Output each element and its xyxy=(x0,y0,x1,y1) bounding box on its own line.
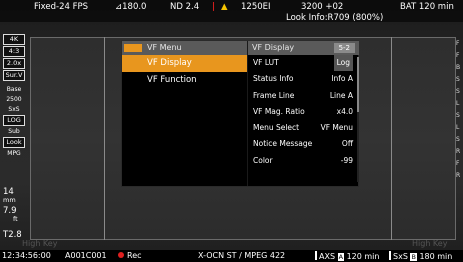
focus-distance: 7.9 ft xyxy=(3,206,18,223)
nd-filter-status: ND 2.4 xyxy=(170,2,200,12)
menu-item-vf-function[interactable]: VF Function xyxy=(122,72,247,89)
shutter-angle-status: ⊿180.0 xyxy=(115,2,147,12)
setting-row-status-info[interactable]: Status Info Info A xyxy=(248,71,359,87)
setting-label: Frame Line xyxy=(253,90,295,100)
focus-distance-unit: ft xyxy=(13,215,18,223)
setting-label: VF Mag. Ratio xyxy=(253,106,305,116)
right-label: S xyxy=(456,112,460,119)
vf-display-header: VF Display 5-2 xyxy=(248,41,359,55)
setting-value: Info A xyxy=(331,74,353,84)
setting-label: Notice Message xyxy=(253,139,313,149)
record-label: Rec xyxy=(127,251,142,260)
left-status-column: 4K 4:3 2.0x Sur.V Base 2500 SxS LOG Sub … xyxy=(3,34,25,159)
media-bar-icon xyxy=(389,251,391,260)
right-label: R xyxy=(456,172,461,179)
setting-label: Menu Select xyxy=(253,123,300,133)
vf-menu-header: VF Menu xyxy=(122,41,247,55)
axs-slot-badge: A xyxy=(337,253,345,261)
right-label: L xyxy=(456,124,460,131)
timecode: 12:34:56:00 xyxy=(2,251,51,260)
media-bar-icon xyxy=(315,251,317,260)
codec-status: X-OCN ST / MPEG 422 xyxy=(198,251,286,260)
sub-label: Sub xyxy=(8,128,20,135)
right-label: S xyxy=(456,88,460,95)
record-dot-icon xyxy=(118,252,124,258)
base-iso-value: 2500 xyxy=(6,96,22,103)
vf-menu-panel: VF Menu VF Display VF Function VF Displa… xyxy=(121,40,359,187)
right-label: F xyxy=(456,40,460,47)
setting-row-notice-message[interactable]: Notice Message Off xyxy=(248,136,359,152)
page-indicator: 5-2 xyxy=(333,43,355,53)
right-label: F xyxy=(456,52,460,59)
warning-bar: | xyxy=(212,2,216,12)
warning-icon: ▲ xyxy=(221,2,228,12)
iris-value: T2.8 xyxy=(3,230,22,240)
setting-row-frame-line[interactable]: Frame Line Line A xyxy=(248,88,359,104)
look-badge: Look xyxy=(3,137,25,148)
right-label: B xyxy=(456,64,461,71)
right-label: S xyxy=(456,136,460,143)
clip-name: A001C001 xyxy=(65,251,107,260)
right-label: S xyxy=(456,76,460,83)
exposure-index-status: 1250EI xyxy=(241,2,271,12)
vf-display-title: VF Display xyxy=(252,43,295,52)
right-label: R xyxy=(456,148,461,155)
sxs-remaining: 180 min xyxy=(419,252,453,261)
vf-display-settings-column: VF Display 5-2 VF LUT Log Status Info In… xyxy=(247,41,359,186)
white-balance-status: 3200 +02 xyxy=(301,2,344,12)
high-key-right: High Key xyxy=(412,239,448,248)
setting-row-vf-lut[interactable]: VF LUT Log xyxy=(248,55,359,72)
setting-value: -99 xyxy=(340,155,353,165)
right-status-column: F F B S S L S L S R F R xyxy=(456,40,463,184)
proxy-codec-badge: MPG xyxy=(7,150,21,157)
axs-label: AXS xyxy=(319,252,336,261)
setting-value: x4.0 xyxy=(336,106,353,116)
vf-menu-title: VF Menu xyxy=(147,43,182,52)
menu-item-vf-display[interactable]: VF Display xyxy=(122,55,247,72)
vf-menu-category-column: VF Menu VF Display VF Function xyxy=(122,41,247,186)
bottom-status-bar: 12:34:56:00 A001C001 Rec X-OCN ST / MPEG… xyxy=(0,250,463,262)
sxs-label: SxS xyxy=(393,252,408,261)
record-status: Rec xyxy=(118,251,142,260)
battery-status: BAT 120 min xyxy=(400,2,454,12)
focal-length-unit: mm xyxy=(3,196,16,204)
axs-remaining: 120 min xyxy=(346,252,380,261)
look-info: Look Info:R709 (800%) xyxy=(286,13,384,23)
setting-row-menu-select[interactable]: Menu Select VF Menu xyxy=(248,120,359,136)
base-label: Base xyxy=(6,86,22,93)
sxs-media-status: SxS B 180 min xyxy=(389,251,452,261)
setting-value: Log xyxy=(333,55,353,72)
setting-label: Status Info xyxy=(253,74,294,84)
setting-value: Line A xyxy=(329,90,353,100)
setting-value: VF Menu xyxy=(320,123,353,133)
axs-media-status: AXS A 120 min xyxy=(315,251,379,261)
menu-tab-indicator xyxy=(124,44,142,52)
resolution-badge: 4K xyxy=(3,34,25,45)
settings-scrollbar[interactable] xyxy=(357,57,359,182)
right-label: L xyxy=(456,100,460,107)
surround-view-badge: Sur.V xyxy=(3,70,25,81)
sxs-slot-badge: B xyxy=(410,253,417,261)
right-label: F xyxy=(456,160,460,167)
log-badge: LOG xyxy=(3,115,25,126)
focal-length: 14 mm xyxy=(3,187,16,204)
setting-value: Off xyxy=(341,139,353,149)
aspect-badge: 4:3 xyxy=(3,46,25,57)
setting-row-color[interactable]: Color -99 xyxy=(248,153,359,169)
squeeze-badge: 2.0x xyxy=(3,58,25,69)
media-label: SxS xyxy=(8,106,20,113)
setting-label: Color xyxy=(253,155,273,165)
frame-rate-status: Fixed-24 FPS xyxy=(34,2,89,12)
scrollbar-thumb[interactable] xyxy=(357,57,359,112)
setting-label: VF LUT xyxy=(253,58,279,67)
high-key-left: High Key xyxy=(22,239,58,248)
top-status-bar: Fixed-24 FPS ⊿180.0 ND 2.4 | ▲ 1250EI 32… xyxy=(0,0,463,23)
setting-row-vf-mag-ratio[interactable]: VF Mag. Ratio x4.0 xyxy=(248,104,359,120)
